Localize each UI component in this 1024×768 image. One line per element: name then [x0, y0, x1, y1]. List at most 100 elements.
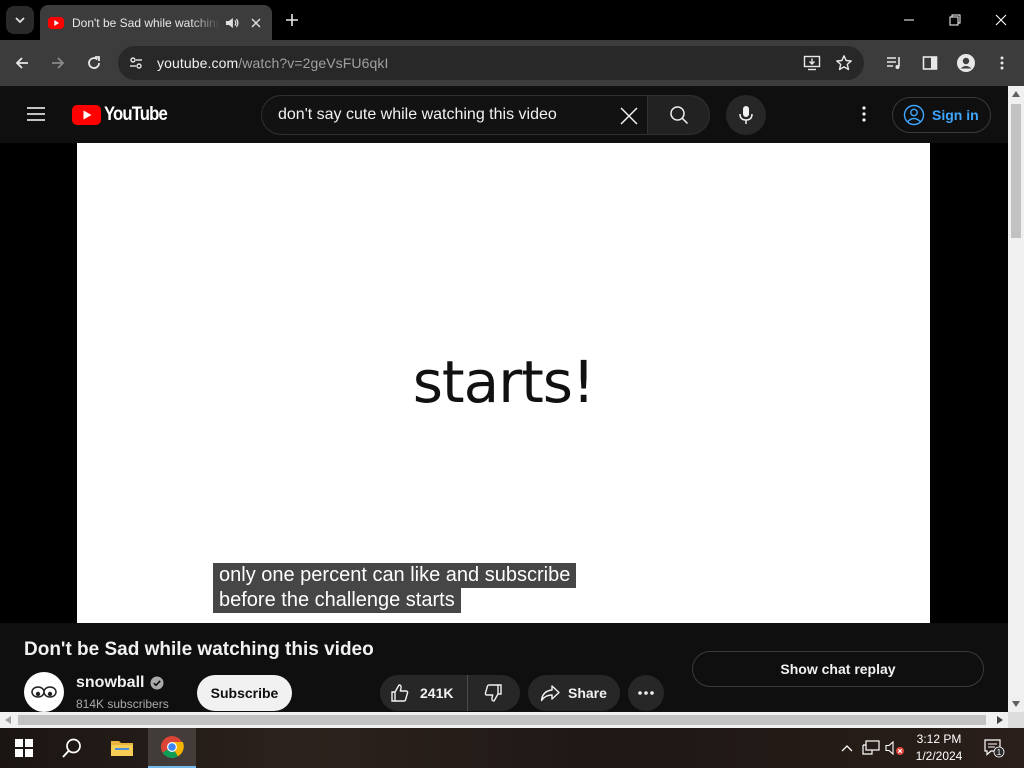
bookmark-button[interactable]	[830, 49, 858, 77]
vertical-scrollbar[interactable]	[1008, 86, 1024, 712]
triangle-down-icon	[1012, 701, 1020, 707]
thumbs-up-icon	[391, 684, 409, 702]
caption-line-1: only one percent can like and subscribe	[213, 563, 577, 588]
guide-menu-button[interactable]	[22, 100, 50, 128]
tab-close-button[interactable]	[248, 15, 264, 31]
restore-button[interactable]	[932, 0, 978, 40]
channel-name-text: snowball	[76, 674, 145, 691]
side-panel-icon	[922, 56, 938, 70]
triangle-left-icon	[5, 716, 11, 724]
browser-toolbar: youtube.com/watch?v=2geVsFU6qkI	[0, 40, 1024, 86]
youtube-logo[interactable]: YouTube	[72, 104, 175, 126]
horizontal-scrollbar[interactable]	[0, 712, 1008, 728]
sign-in-button[interactable]: Sign in	[892, 97, 991, 133]
action-center-button[interactable]: 1	[980, 728, 1008, 768]
site-info-button[interactable]	[122, 49, 150, 77]
start-button[interactable]	[0, 728, 48, 768]
search-icon	[62, 738, 81, 758]
share-arrow-icon	[540, 685, 560, 702]
restore-icon	[949, 14, 961, 26]
new-tab-button[interactable]	[280, 8, 304, 32]
chrome-menu-button[interactable]	[988, 49, 1016, 77]
install-app-icon	[803, 55, 821, 71]
more-vertical-icon	[862, 106, 866, 122]
like-button[interactable]: 241K	[380, 675, 468, 711]
scroll-left-button[interactable]	[0, 712, 16, 728]
profile-button[interactable]	[952, 49, 980, 77]
like-dislike-group: 241K	[380, 675, 520, 711]
scroll-right-button[interactable]	[992, 712, 1008, 728]
more-actions-button[interactable]	[628, 675, 664, 711]
forward-button[interactable]	[44, 49, 72, 77]
share-button[interactable]: Share	[528, 675, 620, 711]
media-controls-button[interactable]	[880, 49, 908, 77]
scroll-up-button[interactable]	[1008, 86, 1024, 102]
address-bar[interactable]: youtube.com/watch?v=2geVsFU6qkI	[118, 46, 864, 80]
arrow-left-icon	[15, 57, 28, 69]
subscribe-button[interactable]: Subscribe	[197, 675, 292, 711]
video-frame[interactable]: starts! only one percent can like and su…	[77, 143, 930, 623]
youtube-header: YouTube don't say cute while watching th…	[0, 86, 1008, 143]
channel-avatar[interactable]	[24, 672, 64, 712]
vertical-scrollbar-thumb[interactable]	[1011, 104, 1021, 238]
search-button[interactable]	[647, 95, 710, 135]
side-panel-button[interactable]	[916, 49, 944, 77]
channel-name[interactable]: snowball	[76, 674, 164, 692]
star-icon	[836, 55, 852, 71]
taskbar-search-button[interactable]	[48, 728, 96, 768]
subscriber-count: 814K subscribers	[76, 697, 169, 711]
voice-search-button[interactable]	[726, 95, 766, 135]
search-input[interactable]: don't say cute while watching this video	[261, 95, 647, 135]
chrome-logo-icon	[161, 736, 184, 758]
video-frame-text: starts!	[412, 348, 596, 416]
clear-search-button[interactable]	[615, 102, 643, 130]
chevron-up-icon	[841, 745, 853, 752]
tab-title: Don't be Sad while watching this video	[72, 15, 221, 30]
horizontal-scrollbar-thumb[interactable]	[18, 715, 986, 725]
windows-logo-icon	[15, 739, 33, 757]
video-info-section: Don't be Sad while watching this video s…	[0, 623, 1008, 712]
url-text: youtube.com/watch?v=2geVsFU6qkI	[157, 55, 389, 71]
browser-tab-active[interactable]: Don't be Sad while watching this video	[40, 5, 272, 40]
browser-tab-strip: Don't be Sad while watching this video	[0, 0, 1024, 40]
network-tray-button[interactable]	[860, 728, 882, 768]
video-player[interactable]: starts! only one percent can like and su…	[0, 143, 1008, 623]
close-icon	[251, 18, 261, 27]
verified-badge-icon	[150, 676, 164, 690]
scroll-down-button[interactable]	[1008, 696, 1024, 712]
tune-icon	[130, 57, 142, 69]
volume-muted-icon	[885, 740, 904, 756]
close-window-button[interactable]	[978, 0, 1024, 40]
video-title: Don't be Sad while watching this video	[24, 639, 374, 660]
video-captions: only one percent can like and subscribe …	[213, 563, 577, 613]
url-host: youtube.com	[157, 55, 239, 71]
windows-taskbar: 3:12 PM 1/2/2024 1	[0, 728, 1024, 768]
show-chat-replay-button[interactable]: Show chat replay	[692, 651, 984, 687]
minimize-button[interactable]	[886, 0, 932, 40]
install-app-button[interactable]	[798, 49, 826, 77]
file-explorer-button[interactable]	[98, 728, 146, 768]
show-hidden-icons-button[interactable]	[838, 728, 856, 768]
dislike-button[interactable]	[468, 675, 518, 711]
settings-menu-button[interactable]	[852, 102, 876, 126]
back-button[interactable]	[8, 49, 36, 77]
search-query-text: don't say cute while watching this video	[278, 106, 557, 123]
media-queue-icon	[887, 57, 900, 69]
channel-avatar-eyes-icon	[31, 686, 57, 698]
triangle-right-icon	[997, 716, 1003, 724]
youtube-favicon-icon	[48, 16, 64, 29]
audio-playing-icon[interactable]	[224, 15, 240, 31]
reload-button[interactable]	[80, 49, 108, 77]
sign-in-label: Sign in	[932, 107, 979, 123]
share-label: Share	[568, 685, 607, 701]
tab-search-button[interactable]	[6, 6, 34, 34]
clock-time: 3:12 PM	[916, 732, 962, 746]
volume-tray-button[interactable]	[884, 728, 906, 768]
folder-icon	[111, 741, 133, 756]
youtube-logo-text: YouTube	[104, 104, 168, 125]
arrow-right-icon	[52, 57, 65, 69]
taskbar-clock[interactable]: 3:12 PM 1/2/2024	[906, 731, 972, 765]
network-icon	[862, 740, 880, 755]
close-icon	[995, 14, 1007, 26]
chrome-taskbar-button[interactable]	[148, 728, 196, 768]
